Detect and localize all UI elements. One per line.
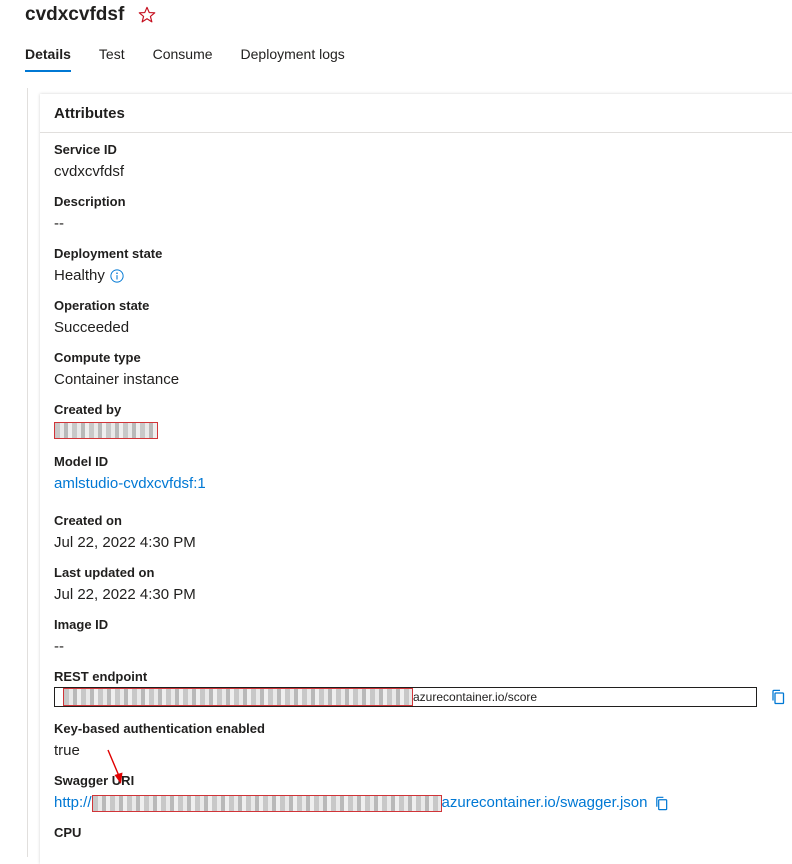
attr-cpu: CPU (54, 825, 81, 841)
attr-rest-endpoint: REST endpoint (54, 669, 147, 685)
attr-operation-state: Operation state Succeeded (54, 298, 149, 338)
deployment-state-value: Healthy (54, 267, 105, 284)
attr-key-auth: Key-based authentication enabled true (54, 721, 265, 761)
attr-value: -- (54, 215, 64, 232)
attr-image-id: Image ID -- (54, 617, 108, 657)
attr-value: -- (54, 638, 64, 655)
attr-compute-type: Compute type Container instance (54, 350, 179, 390)
attr-deployment-state: Deployment state Healthy (54, 246, 162, 286)
attr-label: Description (54, 194, 126, 209)
swagger-uri-row: http:// azurecontainer.io/swagger.json (54, 793, 669, 813)
attr-created-on: Created on Jul 22, 2022 4:30 PM (54, 513, 196, 553)
attr-label: Image ID (54, 617, 109, 632)
attr-label: Model ID (54, 454, 109, 469)
attr-value: Container instance (54, 371, 180, 388)
tab-deployment-logs[interactable]: Deployment logs (241, 44, 345, 72)
attr-label: REST endpoint (54, 669, 148, 684)
attr-label: Compute type (54, 350, 141, 365)
rest-endpoint-suffix: azurecontainer.io/score (413, 690, 538, 704)
copy-icon[interactable] (770, 689, 786, 705)
attr-service-id: Service ID cvdxcvfdsf (54, 142, 124, 182)
tab-bar: Details Test Consume Deployment logs (25, 44, 373, 72)
tab-consume[interactable]: Consume (153, 44, 213, 72)
attr-label: Created by (54, 402, 122, 417)
attr-value: Succeeded (54, 319, 130, 336)
attr-model-id: Model ID amlstudio-cvdxcvfdsf:1 (54, 454, 206, 494)
star-outline-icon[interactable] (138, 6, 156, 24)
rest-endpoint-field[interactable]: azurecontainer.io/score (54, 687, 757, 707)
swagger-uri-suffix[interactable]: azurecontainer.io/swagger.json (442, 793, 648, 813)
attr-value: Jul 22, 2022 4:30 PM (54, 534, 196, 551)
attr-label: Deployment state (54, 246, 163, 261)
attr-label: Created on (54, 513, 122, 528)
card-title: Attributes (54, 104, 125, 122)
annotation-arrow (107, 749, 123, 784)
tab-details[interactable]: Details (25, 44, 71, 72)
attr-value-row: Healthy (54, 266, 162, 286)
page-title: cvdxcvfdsf (25, 4, 125, 25)
attr-value: Jul 22, 2022 4:30 PM (54, 586, 196, 603)
attr-label: Swagger URI (54, 773, 135, 788)
attr-value-row (54, 422, 158, 439)
attr-created-by: Created by (54, 402, 158, 439)
attr-label: Operation state (54, 298, 150, 313)
attr-label: Key-based authentication enabled (54, 721, 265, 736)
copy-icon[interactable] (654, 796, 669, 811)
card-header: Attributes (40, 94, 792, 133)
attr-value: true (54, 742, 80, 759)
info-icon[interactable] (110, 269, 124, 283)
attr-label: Service ID (54, 142, 117, 157)
attr-label: Last updated on (54, 565, 155, 580)
attr-last-updated-on: Last updated on Jul 22, 2022 4:30 PM (54, 565, 196, 605)
model-id-link[interactable]: amlstudio-cvdxcvfdsf:1 (54, 474, 206, 494)
redacted-swagger-host (91, 794, 442, 812)
page-header: cvdxcvfdsf (25, 0, 156, 30)
redacted-user-name (54, 422, 158, 439)
attr-description: Description -- (54, 194, 126, 234)
attr-value: cvdxcvfdsf (54, 163, 125, 180)
tab-test[interactable]: Test (99, 44, 125, 72)
attr-swagger-uri: Swagger URI http:// azurecontainer.io/sw… (54, 773, 669, 813)
attr-label: CPU (54, 825, 82, 840)
redacted-endpoint-host (63, 688, 413, 706)
swagger-uri-prefix[interactable]: http:// (54, 793, 92, 813)
content-divider (27, 88, 28, 857)
